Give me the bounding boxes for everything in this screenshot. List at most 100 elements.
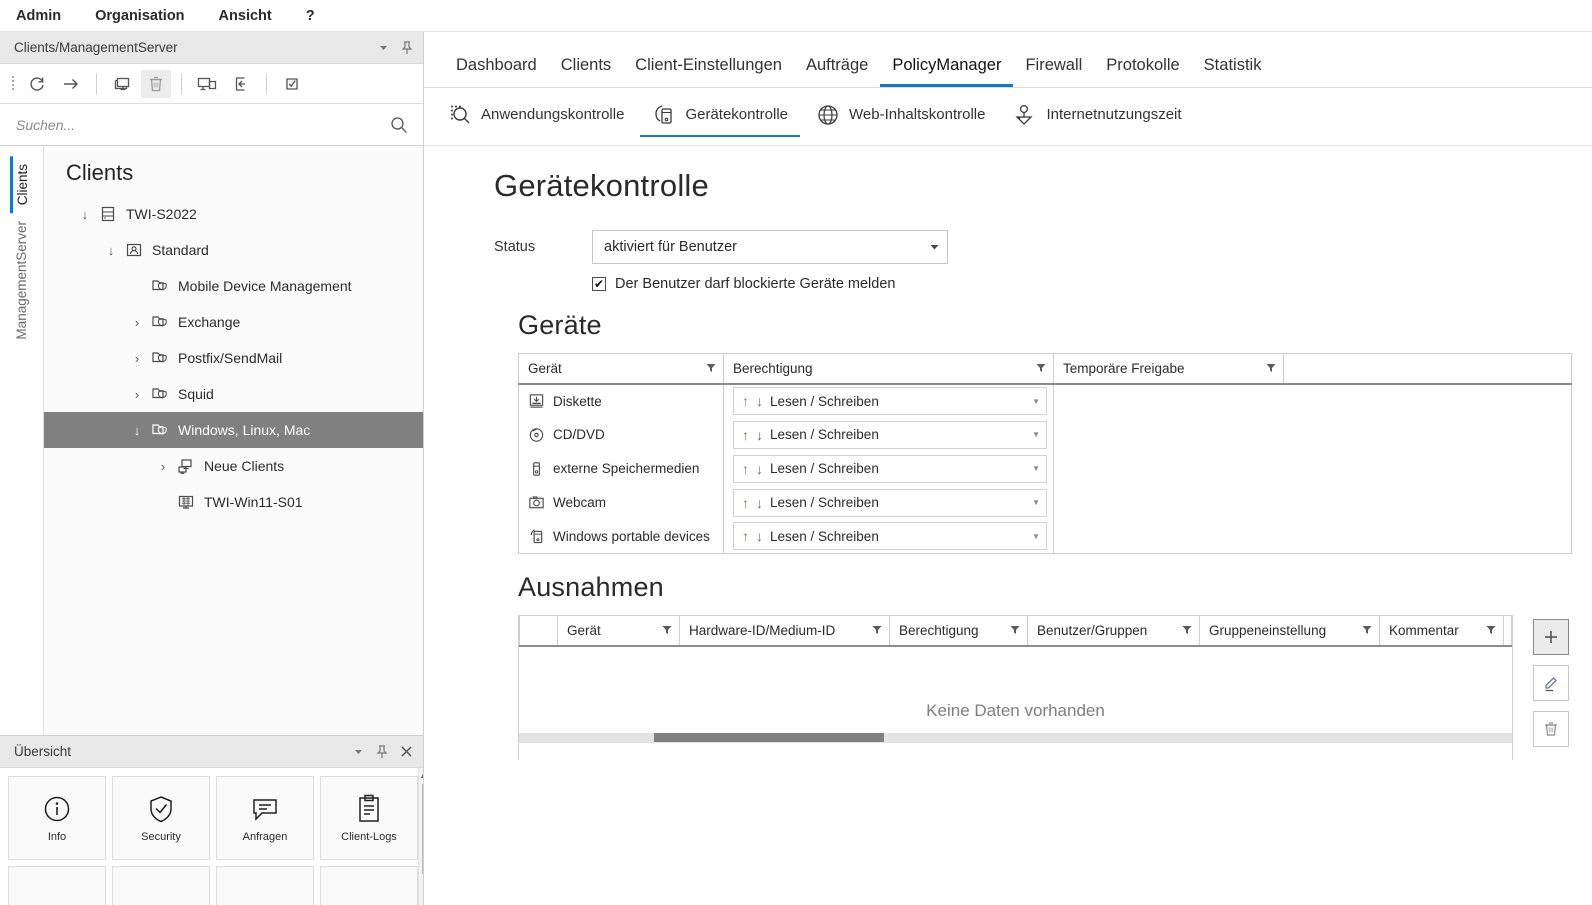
- close-icon[interactable]: [400, 745, 413, 758]
- exceptions-column-header[interactable]: Kommentar: [1379, 615, 1504, 647]
- tree-node-neue-clients[interactable]: › Neue Clients: [44, 448, 423, 484]
- chevron-down-icon[interactable]: [353, 746, 364, 757]
- refresh-button[interactable]: [22, 70, 52, 98]
- temp-release-cell[interactable]: [1053, 383, 1284, 418]
- table-row[interactable]: Webcam ↑ ↓ Lesen / Schreiben ▼: [518, 485, 1572, 520]
- overview-tile-client-logs[interactable]: Client-Logs: [320, 776, 418, 860]
- permission-select[interactable]: ↑ ↓ Lesen / Schreiben ▼: [733, 454, 1047, 483]
- delete-exception-button[interactable]: [1533, 711, 1569, 747]
- filter-icon[interactable]: [1182, 625, 1192, 635]
- exceptions-column-header[interactable]: Berechtigung: [889, 615, 1028, 647]
- tab-clients[interactable]: Clients: [549, 56, 623, 87]
- table-row[interactable]: externe Speichermedien ↑ ↓ Lesen / Schreibe…: [518, 451, 1572, 486]
- exceptions-column-header[interactable]: [1503, 615, 1512, 647]
- table-row[interactable]: CD/DVD ↑ ↓ Lesen / Schreiben ▼: [518, 417, 1572, 452]
- tree-node-windows-linux-mac[interactable]: ↓ Windows, Linux, Mac: [44, 412, 423, 448]
- subtab-anwendungskontrolle[interactable]: Anwendungskontrolle: [436, 97, 636, 137]
- tab-firewall[interactable]: Firewall: [1013, 56, 1094, 87]
- filter-icon[interactable]: [1036, 363, 1046, 373]
- exceptions-horizontal-scrollbar[interactable]: [519, 732, 1512, 742]
- menu-item-help[interactable]: ?: [302, 6, 319, 26]
- table-row[interactable]: Diskette ↑ ↓ Lesen / Schreiben ▼: [518, 383, 1572, 418]
- devices-column-header[interactable]: Gerät: [518, 353, 724, 385]
- table-row[interactable]: Windows portable devices ↑ ↓ Lesen / Schrei…: [518, 519, 1572, 554]
- edit-exception-button[interactable]: [1533, 665, 1569, 701]
- overview-tile-anfragen[interactable]: Anfragen: [216, 776, 314, 860]
- filter-icon[interactable]: [872, 625, 882, 635]
- import-button[interactable]: [226, 70, 256, 98]
- scrollbar-thumb[interactable]: [654, 732, 884, 742]
- subtab-web-inhaltskontrolle[interactable]: Web-Inhaltskontrolle: [804, 97, 997, 137]
- devices-column-header[interactable]: Berechtigung: [723, 353, 1054, 385]
- overview-tile-row2-4[interactable]: [320, 866, 418, 905]
- subtab-internetnutzungszeit[interactable]: Internetnutzungszeit: [1001, 97, 1193, 137]
- temp-release-cell[interactable]: [1053, 417, 1284, 452]
- overview-tile-security[interactable]: Security: [112, 776, 210, 860]
- permission-select[interactable]: ↑ ↓ Lesen / Schreiben ▼: [733, 488, 1047, 517]
- vertical-tab-managementserver[interactable]: ManagementServer: [10, 213, 33, 348]
- chevron-down-icon[interactable]: [378, 42, 389, 53]
- tree-node-standard[interactable]: ↓ Standard: [44, 232, 423, 268]
- search-icon[interactable]: [389, 115, 409, 135]
- filter-icon[interactable]: [1010, 625, 1020, 635]
- subtab-geraetekontrolle[interactable]: Gerätekontrolle: [640, 97, 800, 137]
- menu-item-admin[interactable]: Admin: [12, 6, 65, 26]
- filter-icon[interactable]: [1266, 363, 1276, 373]
- scroll-up-icon[interactable]: ▲: [419, 770, 423, 780]
- tab-protokolle[interactable]: Protokolle: [1094, 56, 1191, 87]
- tree-node-mobile-device-management[interactable]: Mobile Device Management: [44, 268, 423, 304]
- chevron-right-icon[interactable]: ›: [126, 316, 148, 329]
- add-client-button[interactable]: [107, 70, 137, 98]
- permission-select[interactable]: ↑ ↓ Lesen / Schreiben ▼: [733, 522, 1047, 551]
- devices-column-header[interactable]: Temporäre Freigabe: [1053, 353, 1284, 385]
- filter-icon[interactable]: [706, 363, 716, 373]
- exceptions-column-header[interactable]: [519, 615, 558, 647]
- overview-tile-row2-2[interactable]: [112, 866, 210, 905]
- tab-policymanager[interactable]: PolicyManager: [880, 56, 1014, 87]
- overview-scrollbar[interactable]: ▲: [418, 768, 423, 905]
- delete-button[interactable]: [141, 69, 171, 98]
- tree-node-twi-win11-s01[interactable]: TWI-Win11-S01: [44, 484, 423, 520]
- temp-release-cell[interactable]: [1053, 485, 1284, 520]
- tab-dashboard[interactable]: Dashboard: [444, 56, 549, 87]
- chevron-down-icon[interactable]: ↓: [126, 424, 148, 437]
- overview-tile-info[interactable]: Info: [8, 776, 106, 860]
- chevron-right-icon[interactable]: ›: [126, 388, 148, 401]
- filter-icon[interactable]: [662, 625, 672, 635]
- pin-icon[interactable]: [401, 40, 413, 55]
- tree-node-postfix-sendmail[interactable]: › Postfix/SendMail: [44, 340, 423, 376]
- devices-column-header[interactable]: [1283, 353, 1572, 385]
- scrollbar-thumb[interactable]: [422, 784, 423, 874]
- tab-client-einstellungen[interactable]: Client-Einstellungen: [623, 56, 794, 87]
- filter-icon[interactable]: [1486, 625, 1496, 635]
- select-button[interactable]: [277, 70, 307, 98]
- menu-item-ansicht[interactable]: Ansicht: [215, 6, 276, 26]
- exceptions-column-header[interactable]: Gerät: [557, 615, 680, 647]
- filter-icon[interactable]: [1362, 625, 1372, 635]
- add-exception-button[interactable]: [1533, 619, 1569, 655]
- permission-select[interactable]: ↑ ↓ Lesen / Schreiben ▼: [733, 420, 1047, 449]
- overview-tile-row2-1[interactable]: [8, 866, 106, 905]
- chevron-right-icon[interactable]: ›: [126, 352, 148, 365]
- chevron-down-icon[interactable]: ↓: [74, 208, 96, 221]
- exceptions-column-header[interactable]: Benutzer/Gruppen: [1027, 615, 1200, 647]
- chevron-right-icon[interactable]: ›: [152, 460, 174, 473]
- exceptions-column-header[interactable]: Hardware-ID/Medium-ID: [679, 615, 890, 647]
- vertical-tab-clients[interactable]: Clients: [9, 156, 34, 214]
- overview-tile-row2-3[interactable]: [216, 866, 314, 905]
- search-input[interactable]: [14, 115, 389, 134]
- temp-release-cell[interactable]: [1053, 451, 1284, 486]
- chevron-down-icon[interactable]: ↓: [100, 244, 122, 257]
- exceptions-column-header[interactable]: Gruppeneinstellung: [1199, 615, 1380, 647]
- report-blocked-devices-checkbox[interactable]: ✔ Der Benutzer darf blockierte Geräte me…: [592, 276, 1592, 292]
- move-client-button[interactable]: [192, 70, 222, 98]
- forward-button[interactable]: [56, 70, 86, 98]
- tab-statistik[interactable]: Statistik: [1192, 56, 1274, 87]
- pin-icon[interactable]: [376, 744, 388, 759]
- temp-release-cell[interactable]: [1053, 519, 1284, 554]
- permission-select[interactable]: ↑ ↓ Lesen / Schreiben ▼: [733, 387, 1047, 415]
- menu-item-organisation[interactable]: Organisation: [91, 6, 188, 26]
- tree-node-twi-s2022[interactable]: ↓ TWI-S2022: [44, 196, 423, 232]
- tree-node-squid[interactable]: › Squid: [44, 376, 423, 412]
- tab-auftr-ge[interactable]: Aufträge: [794, 56, 880, 87]
